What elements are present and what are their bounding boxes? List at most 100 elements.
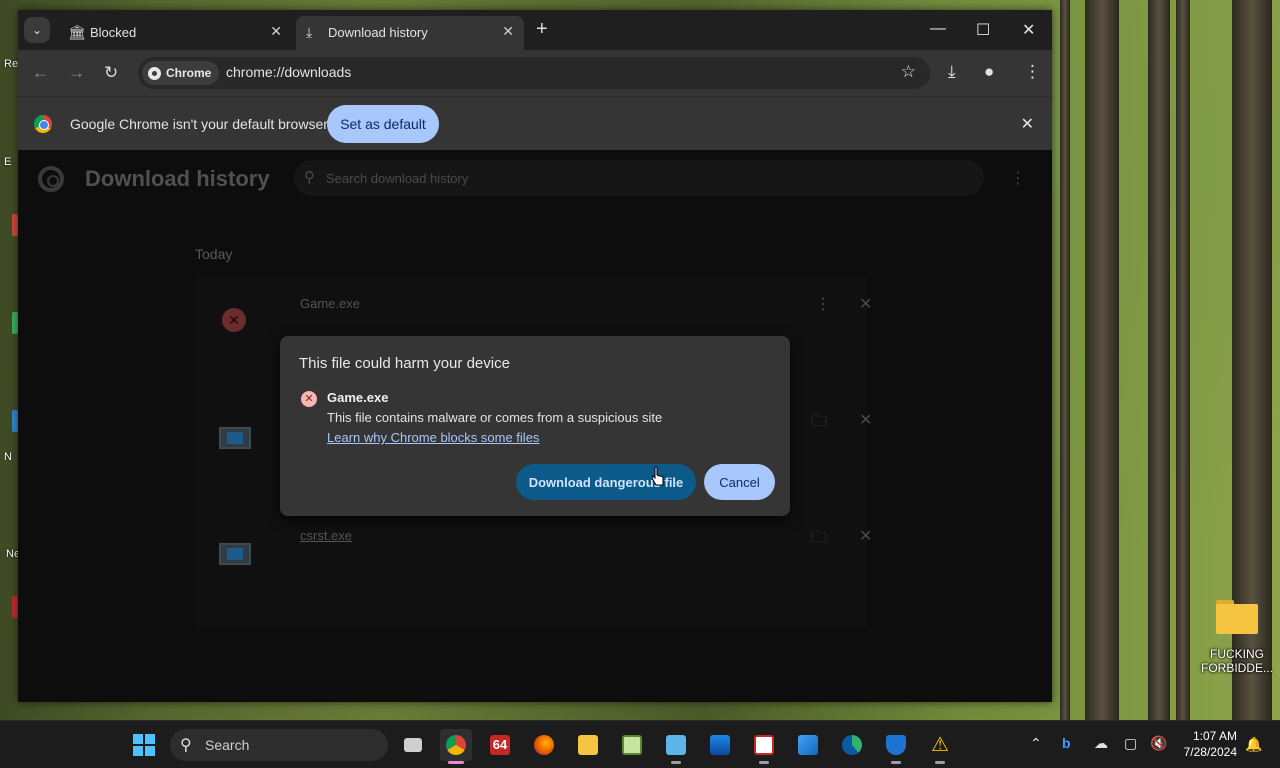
task-view-glyph (404, 738, 422, 752)
downloads-icon[interactable]: ⤓ (948, 62, 956, 82)
chevron-up-icon[interactable]: ⌃ (1030, 735, 1042, 752)
chevron-down-icon: ⌄ (31, 23, 43, 37)
url-text: chrome://downloads (226, 64, 352, 80)
more-actions-icon[interactable]: ⋮ (1010, 168, 1026, 188)
shield-icon (886, 735, 906, 755)
show-in-folder-icon[interactable]: 🗀 (811, 526, 827, 553)
profile-icon[interactable]: ● (984, 62, 994, 82)
folder-icon (578, 735, 598, 755)
search-downloads-input[interactable]: ⚲ Search download history (294, 160, 984, 196)
address-bar[interactable]: Chrome chrome://downloads ☆ (138, 57, 930, 89)
chrome-taskbar-icon[interactable] (440, 729, 472, 764)
running-indicator (671, 761, 681, 764)
close-icon[interactable]: ✕ (1021, 114, 1034, 134)
task-view-icon[interactable] (397, 729, 429, 761)
infobar-message: Google Chrome isn't your default browser (70, 116, 328, 132)
photos-icon[interactable] (704, 729, 736, 761)
learn-more-link[interactable]: Learn why Chrome blocks some files (327, 430, 539, 445)
edge-icon[interactable] (836, 729, 868, 761)
volume-icon[interactable]: 🔇 (1150, 735, 1167, 752)
forward-button[interactable]: → (68, 63, 85, 83)
clock-time[interactable]: 1:07 AM (1185, 729, 1237, 743)
chrome-icon (446, 735, 466, 755)
warning-app-icon[interactable]: ⚠ (924, 729, 956, 764)
chrome-logo-icon (34, 115, 52, 133)
notification-bell-icon[interactable]: 🔔 (1245, 736, 1262, 753)
tab-title: Download history (328, 25, 428, 40)
firefox-icon[interactable] (528, 729, 560, 761)
windows-security-icon[interactable] (880, 729, 912, 764)
reload-button[interactable]: ↻ (104, 63, 118, 83)
snipping-tool-icon[interactable] (748, 729, 780, 764)
tab-title: Blocked (90, 25, 137, 40)
more-actions-icon[interactable]: ⋮ (815, 294, 831, 314)
onedrive-icon[interactable]: ☁ (1094, 735, 1108, 752)
taskbar-search-label: Search (205, 737, 250, 753)
download-filename[interactable]: csrst.exe (300, 528, 352, 543)
folder-icon (1216, 604, 1258, 634)
desktop-folder-icon[interactable] (1212, 598, 1262, 634)
desktop-icon-label: E (4, 156, 12, 168)
back-button[interactable]: ← (32, 63, 49, 83)
snipping-glyph (754, 735, 774, 755)
taskbar-search[interactable]: ⚲ Search (170, 729, 388, 761)
clock-date[interactable]: 7/28/2024 (1181, 745, 1237, 759)
app-64-icon[interactable]: 64 (484, 729, 516, 761)
dialog-filename: Game.exe (327, 390, 389, 405)
running-indicator (759, 761, 769, 764)
danger-icon: ✕ (222, 308, 246, 332)
desktop-folder-label[interactable]: FUCKING FORBIDDE... (1196, 647, 1278, 675)
photos-glyph (710, 735, 730, 755)
remove-icon[interactable]: ✕ (859, 294, 872, 314)
tab-search-button[interactable]: ⌄ (24, 17, 50, 43)
chrome-logo-icon (38, 166, 64, 192)
date-group-header: Today (195, 246, 233, 262)
tab-strip: ⌄ 🏛 Blocked ✕ ⤓ Download history ✕ + — ☐… (18, 10, 1052, 50)
firefox-glyph (534, 735, 554, 755)
exe-file-icon (219, 543, 251, 565)
minimize-button[interactable]: — (930, 20, 946, 38)
download-dangerous-file-button[interactable]: Download dangerous file (516, 464, 696, 500)
network-icon[interactable]: ▢ (1124, 735, 1137, 752)
forest-trunk (1085, 0, 1119, 720)
remove-icon[interactable]: ✕ (859, 410, 872, 430)
file-explorer-icon[interactable] (572, 729, 604, 761)
warning-icon: ⚠ (931, 734, 949, 756)
desktop-icon-label: N (4, 451, 12, 463)
dialog-title: This file could harm your device (299, 355, 510, 372)
close-window-button[interactable]: ✕ (1022, 20, 1035, 40)
hand-cursor-icon (652, 466, 664, 486)
download-filename[interactable]: Game.exe (300, 296, 360, 311)
desktop-edge: Re E N Ne (0, 0, 20, 720)
close-icon[interactable]: ✕ (502, 23, 514, 40)
new-tab-button[interactable]: + (536, 19, 548, 39)
bing-icon[interactable]: b (1062, 735, 1071, 751)
app-64-glyph: 64 (490, 735, 510, 755)
desktop-icon-label: Re (4, 58, 19, 70)
show-in-folder-icon[interactable]: 🗀 (811, 410, 827, 437)
dangerous-download-dialog: This file could harm your device ✕ Game.… (280, 336, 790, 516)
tab-blocked[interactable]: 🏛 Blocked ✕ (58, 16, 292, 50)
forest-trunk (1060, 0, 1070, 720)
toolbar: ← → ↻ Chrome chrome://downloads ☆ ⤓ ● ⋮ (18, 50, 1052, 96)
app-icon[interactable] (616, 729, 648, 761)
running-indicator (891, 761, 901, 764)
remove-icon[interactable]: ✕ (859, 526, 872, 546)
notepad-icon[interactable] (660, 729, 692, 764)
tab-download-history[interactable]: ⤓ Download history ✕ (296, 16, 524, 50)
taskbar: ⚲ Search 64 ⚠ ⌃ b ☁ ▢ 🔇 1:07 AM 7/28/202… (0, 720, 1280, 768)
windows-start-icon[interactable] (133, 734, 155, 756)
menu-icon[interactable]: ⋮ (1024, 62, 1041, 82)
dialog-description: This file contains malware or comes from… (327, 410, 663, 425)
notepad-plus-icon (622, 735, 642, 755)
default-browser-infobar: Google Chrome isn't your default browser… (18, 96, 1052, 150)
site-chip[interactable]: Chrome (142, 61, 220, 85)
set-as-default-button[interactable]: Set as default (327, 105, 439, 143)
bookmark-star-icon[interactable]: ☆ (901, 62, 916, 82)
paint-icon[interactable] (792, 729, 824, 761)
download-item: csrst.exe 🗀 ✕ (195, 510, 872, 626)
maximize-button[interactable]: ☐ (976, 20, 990, 40)
close-icon[interactable]: ✕ (270, 23, 282, 40)
cancel-button[interactable]: Cancel (704, 464, 775, 500)
notepad-glyph (666, 735, 686, 755)
